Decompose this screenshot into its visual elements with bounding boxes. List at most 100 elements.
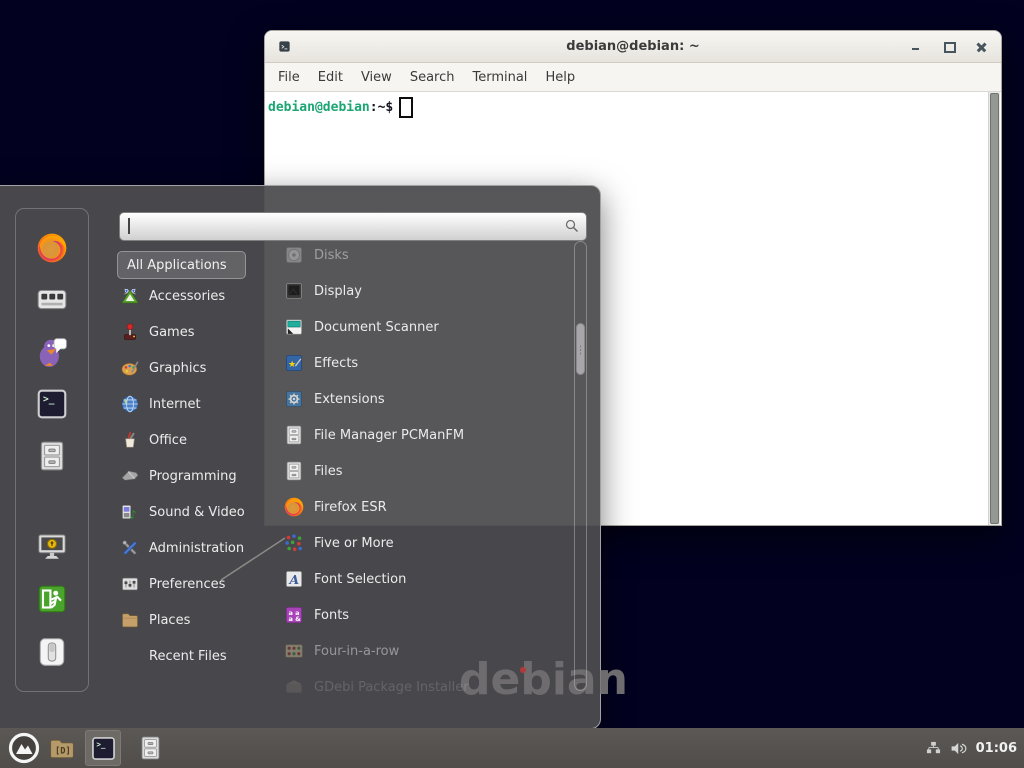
app-files[interactable]: Files [283, 453, 571, 489]
category-administration[interactable]: Administration [117, 530, 283, 566]
volume-icon[interactable] [950, 740, 967, 757]
clock[interactable]: 01:06 [976, 741, 1017, 756]
terminal-title: debian@debian: ~ [566, 39, 699, 54]
graphics-icon [120, 358, 140, 378]
menu-terminal[interactable]: Terminal [463, 66, 536, 89]
favorite-terminal-icon[interactable] [35, 387, 69, 421]
font-selection-icon [283, 568, 305, 590]
app-effects[interactable]: Effects [283, 345, 571, 381]
app-extensions[interactable]: Extensions [283, 381, 571, 417]
category-games[interactable]: Games [117, 314, 283, 350]
taskbar: 01:06 [0, 728, 1024, 768]
app-firefox-esr[interactable]: Firefox ESR [283, 489, 571, 525]
effects-icon [283, 352, 305, 374]
category-office[interactable]: Office [117, 422, 283, 458]
extensions-icon [283, 388, 305, 410]
app-label: Disks [314, 248, 349, 263]
app-label: Extensions [314, 392, 385, 407]
favorite-settings-icon[interactable] [35, 282, 69, 316]
menu-help[interactable]: Help [536, 66, 584, 89]
category-recent-files[interactable]: Recent Files [117, 638, 283, 674]
all-applications-button[interactable]: All Applications [117, 251, 246, 279]
shutdown-icon[interactable] [35, 635, 69, 669]
category-label: Recent Files [149, 649, 227, 664]
menu-edit[interactable]: Edit [309, 66, 352, 89]
category-places[interactable]: Places [117, 602, 283, 638]
category-label: Graphics [149, 361, 206, 376]
category-accessories[interactable]: Accessories [117, 278, 283, 314]
app-label: GDebi Package Installer [314, 680, 469, 695]
menu-button-icon[interactable] [8, 732, 40, 764]
terminal-scrollbar-thumb[interactable] [990, 93, 999, 524]
desktop: debian@debian: ~ File Edit View Search T… [0, 0, 1024, 768]
all-applications-label: All Applications [127, 258, 227, 273]
category-sound-video[interactable]: Sound & Video [117, 494, 283, 530]
logout-icon[interactable] [35, 582, 69, 616]
app-label: Fonts [314, 608, 349, 623]
search-icon [564, 218, 580, 234]
category-label: Office [149, 433, 187, 448]
category-programming[interactable]: Programming [117, 458, 283, 494]
app-label: Five or More [314, 536, 394, 551]
maximize-button-icon[interactable] [944, 42, 954, 52]
menu-file[interactable]: File [269, 66, 309, 89]
category-graphics[interactable]: Graphics [117, 350, 283, 386]
terminal-app-icon [277, 39, 292, 54]
lock-screen-icon[interactable] [35, 530, 69, 564]
network-icon[interactable] [926, 741, 941, 756]
gdebi-icon [283, 676, 305, 698]
favorite-pidgin-icon[interactable] [35, 335, 69, 369]
internet-icon [120, 394, 140, 414]
administration-icon [120, 538, 140, 558]
spacer [120, 646, 140, 666]
favorites-panel [15, 208, 89, 692]
search-input[interactable] [126, 215, 560, 238]
app-label: Document Scanner [314, 320, 439, 335]
app-four-in-a-row[interactable]: Four-in-a-row [283, 633, 571, 669]
category-list: Accessories Games Graphics Internet Offi… [117, 278, 283, 674]
app-label: Display [314, 284, 362, 299]
category-label: Accessories [149, 289, 225, 304]
five-or-more-icon [283, 532, 305, 554]
app-display[interactable]: Display [283, 273, 571, 309]
shell-prompt: debian@debian:~$ [268, 97, 413, 118]
category-preferences[interactable]: Preferences [117, 566, 283, 602]
category-label: Places [149, 613, 190, 628]
disks-icon [283, 244, 305, 266]
office-icon [120, 430, 140, 450]
app-five-or-more[interactable]: Five or More [283, 525, 571, 561]
app-label: Firefox ESR [314, 500, 387, 515]
favorite-files-icon[interactable] [35, 439, 69, 473]
close-button-icon[interactable] [977, 42, 987, 52]
terminal-task-button[interactable] [85, 730, 121, 766]
app-font-selection[interactable]: Font Selection [283, 561, 571, 597]
menu-scrollbar[interactable] [574, 241, 587, 691]
minimize-button-icon[interactable] [911, 42, 921, 52]
app-label: Four-in-a-row [314, 644, 399, 659]
menu-scrollbar-thumb[interactable] [576, 323, 585, 375]
terminal-menubar: File Edit View Search Terminal Help [265, 63, 1001, 92]
prompt-user-host: debian@debian [268, 100, 370, 115]
files-launcher-icon[interactable] [137, 733, 164, 763]
application-menu: debian All Applications Accessories Game… [0, 185, 601, 729]
app-disks[interactable]: Disks [283, 237, 571, 273]
category-label: Games [149, 325, 194, 340]
sound-video-icon [120, 502, 140, 522]
category-label: Sound & Video [149, 505, 245, 520]
terminal-cursor [399, 97, 413, 118]
four-in-a-row-icon [283, 640, 305, 662]
preferences-icon [120, 574, 140, 594]
menu-search[interactable]: Search [401, 66, 464, 89]
menu-view[interactable]: View [352, 66, 401, 89]
app-file-manager-pcmanfm[interactable]: File Manager PCManFM [283, 417, 571, 453]
scrollbar-grip [580, 349, 581, 351]
app-fonts[interactable]: Fonts [283, 597, 571, 633]
document-scanner-icon [283, 316, 305, 338]
favorite-firefox-icon[interactable] [35, 231, 69, 265]
app-document-scanner[interactable]: Document Scanner [283, 309, 571, 345]
app-gdebi-package-installer[interactable]: GDebi Package Installer [283, 669, 571, 705]
file-manager-launcher-icon[interactable] [47, 734, 77, 762]
terminal-titlebar[interactable]: debian@debian: ~ [265, 31, 1001, 63]
category-internet[interactable]: Internet [117, 386, 283, 422]
terminal-scrollbar[interactable] [988, 92, 1000, 525]
